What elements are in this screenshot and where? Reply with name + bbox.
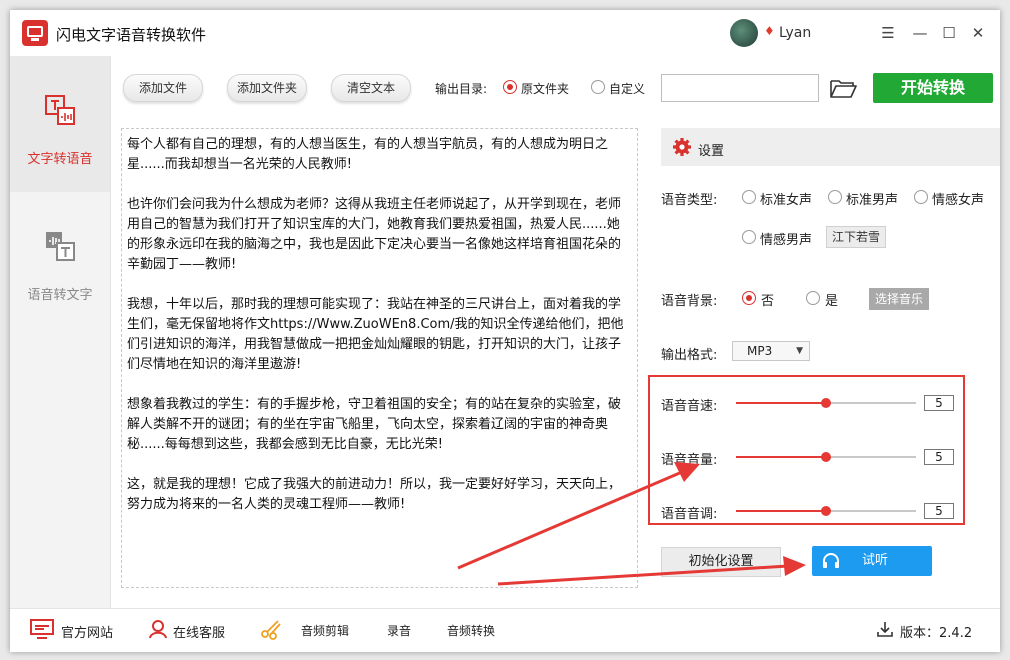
radio-source-folder[interactable] bbox=[503, 80, 517, 94]
output-format-label: 输出格式: bbox=[661, 348, 718, 363]
folder-open-icon[interactable] bbox=[829, 77, 857, 99]
voice-name-button[interactable]: 江下若雪 bbox=[826, 226, 886, 248]
headphones-icon bbox=[823, 553, 839, 568]
app-window: 闪电文字语音转换软件 ♦ Lyan ☰ — ☐ ✕ 文字转语音 语音转文字 添加… bbox=[10, 10, 1000, 652]
footer-audio-convert-link[interactable]: 音频转换 bbox=[447, 622, 495, 639]
voice-option-label: 标准女声 bbox=[760, 193, 813, 208]
speech-to-text-icon bbox=[46, 232, 75, 261]
footer-support-link[interactable]: 在线客服 bbox=[173, 622, 225, 641]
choose-music-button[interactable]: 选择音乐 bbox=[869, 288, 929, 310]
radio-custom-folder[interactable] bbox=[591, 80, 605, 94]
volume-slider-thumb[interactable] bbox=[821, 452, 831, 462]
radio-bg-no[interactable] bbox=[742, 291, 756, 305]
radio-source-folder-label: 原文件夹 bbox=[521, 82, 570, 96]
user-avatar[interactable] bbox=[730, 19, 758, 47]
customer-service-icon bbox=[149, 620, 167, 639]
menu-icon[interactable]: ☰ bbox=[877, 22, 899, 44]
start-convert-button[interactable]: 开始转换 bbox=[873, 73, 993, 103]
settings-title: 设置 bbox=[698, 144, 725, 159]
sidebar-item-label: 文字转语音 bbox=[27, 152, 93, 167]
voice-option-label: 情感男声 bbox=[760, 233, 813, 248]
minimize-icon[interactable]: — bbox=[909, 22, 931, 44]
monitor-icon bbox=[30, 619, 54, 639]
vip-diamond-icon: ♦ bbox=[764, 24, 775, 38]
output-format-value: MP3 bbox=[747, 344, 773, 358]
text-to-speech-icon bbox=[45, 95, 75, 125]
text-paragraph: 这，就是我的理想！它成了我强大的前进动力！所以，我一定要好好学习，天天向上，努力… bbox=[127, 477, 622, 512]
speed-slider-fill bbox=[736, 402, 826, 404]
add-folder-button[interactable]: 添加文件夹 bbox=[227, 74, 307, 102]
pitch-slider-thumb[interactable] bbox=[821, 506, 831, 516]
text-input-area[interactable]: 每个人都有自己的理想，有的人想当医生，有的人想当宇航员，有的人想成为明日之星..… bbox=[121, 128, 638, 588]
pitch-value-input[interactable]: 5 bbox=[924, 503, 954, 519]
scissors-icon bbox=[261, 620, 281, 640]
pitch-slider-fill bbox=[736, 510, 826, 512]
chevron-down-icon: ▼ bbox=[796, 346, 803, 356]
gear-icon bbox=[673, 138, 691, 156]
speed-slider-thumb[interactable] bbox=[821, 398, 831, 408]
text-paragraph: 也许你们会问我为什么想成为老师？这得从我班主任老师说起了，从开学到现在，老师用自… bbox=[127, 197, 622, 272]
radio-voice-emotional-female[interactable] bbox=[914, 190, 928, 204]
version-prefix: 版本： bbox=[900, 626, 940, 641]
footer-website-link[interactable]: 官方网站 bbox=[61, 622, 113, 641]
sidebar-item-speech-to-text[interactable]: 语音转文字 bbox=[10, 192, 110, 328]
app-title: 闪电文字语音转换软件 bbox=[56, 26, 207, 44]
speed-label: 语音音速: bbox=[661, 399, 718, 414]
maximize-icon[interactable]: ☐ bbox=[938, 22, 960, 44]
voice-option-label: 标准男声 bbox=[846, 193, 899, 208]
close-icon[interactable]: ✕ bbox=[967, 22, 989, 44]
output-format-select[interactable]: MP3 ▼ bbox=[732, 341, 810, 361]
listen-button[interactable]: 试听 bbox=[812, 546, 932, 576]
voice-bg-label: 语音背景: bbox=[661, 294, 718, 309]
sidebar-item-label: 语音转文字 bbox=[27, 288, 93, 303]
voice-option-label: 情感女声 bbox=[932, 193, 985, 208]
footer-audio-cut-link[interactable]: 音频剪辑 bbox=[301, 622, 349, 639]
reset-settings-button[interactable]: 初始化设置 bbox=[661, 547, 781, 577]
username[interactable]: Lyan bbox=[779, 25, 811, 41]
version-label: 版本：2.4.2 bbox=[900, 622, 972, 641]
add-file-button[interactable]: 添加文件 bbox=[123, 74, 203, 102]
speed-value-input[interactable]: 5 bbox=[924, 395, 954, 411]
listen-button-label: 试听 bbox=[862, 553, 889, 568]
volume-value-input[interactable]: 5 bbox=[924, 449, 954, 465]
radio-voice-emotional-male[interactable] bbox=[742, 230, 756, 244]
app-logo-icon bbox=[22, 20, 48, 46]
sidebar: 文字转语音 语音转文字 bbox=[10, 56, 111, 608]
voice-type-label: 语音类型: bbox=[661, 193, 718, 208]
radio-voice-standard-male[interactable] bbox=[828, 190, 842, 204]
output-path-input[interactable] bbox=[661, 74, 819, 102]
output-dir-label: 输出目录: bbox=[435, 82, 488, 96]
radio-voice-standard-female[interactable] bbox=[742, 190, 756, 204]
download-icon bbox=[877, 622, 893, 637]
clear-text-button[interactable]: 清空文本 bbox=[331, 74, 411, 102]
radio-bg-yes[interactable] bbox=[806, 291, 820, 305]
radio-bg-no-label: 否 bbox=[761, 294, 775, 309]
text-paragraph: 每个人都有自己的理想，有的人想当医生，有的人想当宇航员，有的人想成为明日之星..… bbox=[127, 137, 609, 172]
sidebar-item-text-to-speech[interactable]: 文字转语音 bbox=[10, 56, 110, 192]
version-number: 2.4.2 bbox=[939, 626, 973, 641]
radio-bg-yes-label: 是 bbox=[825, 294, 839, 309]
volume-slider-fill bbox=[736, 456, 826, 458]
volume-label: 语音音量: bbox=[661, 453, 718, 468]
footer-record-link[interactable]: 录音 bbox=[387, 622, 411, 639]
text-paragraph: 想象着我教过的学生：有的手握步枪，守卫着祖国的安全；有的站在复杂的实验室，破解人… bbox=[127, 397, 622, 452]
radio-custom-folder-label: 自定义 bbox=[609, 82, 646, 96]
text-paragraph: 我想，十年以后，那时我的理想可能实现了：我站在神圣的三尺讲台上，面对着我的学生们… bbox=[127, 297, 624, 372]
arrow-head-listen bbox=[783, 556, 806, 576]
pitch-label: 语音音调: bbox=[661, 507, 718, 522]
